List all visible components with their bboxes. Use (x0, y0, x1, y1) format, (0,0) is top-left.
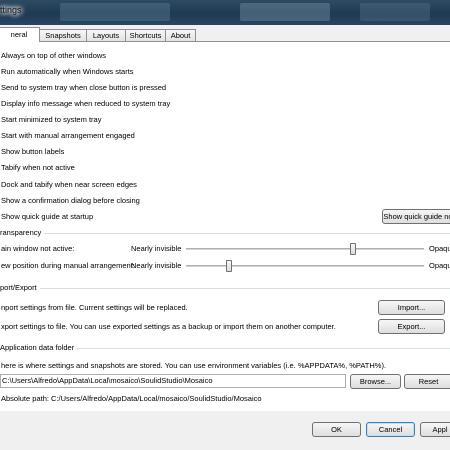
group-separator (0, 288, 450, 289)
tab-about[interactable]: About (165, 29, 196, 41)
data-folder-path-input[interactable]: C:\Users\Alfredo\AppData\Local\mosaico\S… (0, 374, 346, 388)
tab-strip: neral Snapshots Layouts Shortcuts About (0, 27, 450, 42)
ok-button[interactable]: OK (312, 422, 361, 437)
option-always-on-top[interactable]: Always on top of other windows (1, 50, 106, 62)
title-bar-glass (360, 3, 430, 21)
browse-button[interactable]: Browse... (350, 374, 401, 389)
title-bar-glass (60, 3, 170, 21)
app-data-group-title: Application data folder (0, 343, 78, 353)
show-quick-guide-button[interactable]: Show quick guide no (382, 209, 450, 224)
transparency-slider-track[interactable] (186, 248, 424, 250)
preview-transparency-max-label: Opaqu (429, 261, 450, 270)
option-start-minimized[interactable]: Start minimized to system tray (1, 114, 101, 126)
option-dock-tabify[interactable]: Dock and tabify when near screen edges (1, 179, 137, 191)
option-manual-arrangement[interactable]: Start with manual arrangement engaged (1, 130, 135, 142)
option-confirm-close[interactable]: Show a confirmation dialog before closin… (1, 195, 140, 207)
title-bar: ttings (0, 0, 450, 25)
transparency-min-label: Nearly invisible (131, 244, 182, 253)
window-title: ttings (0, 5, 22, 15)
export-description: xport settings to file. You can use expo… (1, 322, 336, 331)
import-button[interactable]: Import... (378, 300, 445, 315)
option-send-to-tray[interactable]: Send to system tray when close button is… (1, 82, 166, 94)
absolute-path-label: Absolute path: C:/Users/Alfredo/AppData/… (1, 394, 262, 403)
tab-layouts[interactable]: Layouts (86, 29, 126, 41)
preview-transparency-min-label: Nearly invisible (131, 261, 182, 270)
import-export-group-title: port/Export (0, 283, 40, 293)
option-show-button-labels[interactable]: Show button labels (1, 146, 64, 158)
transparency-label: ain window not active: (1, 244, 75, 253)
apply-button[interactable]: Appl (420, 422, 450, 437)
cancel-button[interactable]: Cancel (366, 422, 415, 437)
group-separator (0, 233, 450, 234)
preview-transparency-label: ew position during manual arrangement: (1, 261, 135, 270)
tab-snapshots[interactable]: Snapshots (39, 29, 87, 41)
dialog-footer: OK Cancel Appl (0, 411, 450, 450)
tab-shortcuts[interactable]: Shortcuts (125, 29, 166, 41)
reset-button[interactable]: Reset (404, 374, 450, 389)
option-tabify-inactive[interactable]: Tabify when not active (1, 162, 75, 174)
title-bar-glass (240, 3, 330, 21)
preview-transparency-slider-track[interactable] (186, 265, 424, 267)
transparency-group-title: ransparency (0, 228, 45, 238)
export-button[interactable]: Export... (378, 319, 445, 334)
tab-general[interactable]: neral (0, 27, 40, 42)
option-quick-guide[interactable]: Show quick guide at startup (1, 211, 93, 223)
preview-transparency-slider-thumb[interactable] (225, 260, 232, 272)
app-data-description: here is where settings and snapshots are… (1, 361, 387, 370)
import-description: nport settings from file. Current settin… (1, 303, 188, 312)
general-panel: Always on top of other windows Run autom… (0, 41, 450, 411)
option-run-at-startup[interactable]: Run automatically when Windows starts (1, 66, 134, 78)
option-tray-info-message[interactable]: Display info message when reduced to sys… (1, 98, 170, 110)
transparency-max-label: Opaqu (429, 244, 450, 253)
transparency-slider-thumb[interactable] (349, 243, 356, 255)
